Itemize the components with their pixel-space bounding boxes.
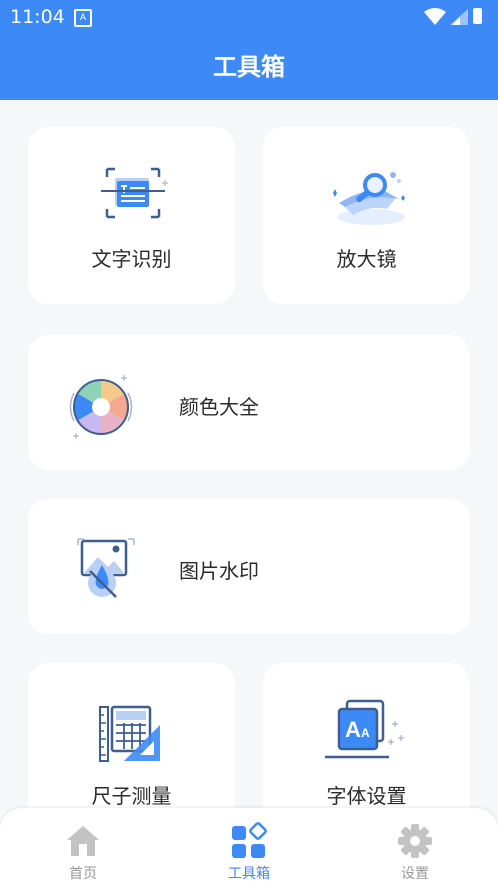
notification-icon: A [74, 9, 92, 27]
tab-home[interactable]: 首页 [0, 808, 166, 885]
status-time: 11:04 [10, 6, 65, 28]
gear-icon [398, 824, 432, 858]
bottom-tab-bar: 首页 工具箱 设置 [0, 808, 498, 885]
text-scan-icon [101, 167, 168, 219]
font-icon: A A [325, 699, 404, 759]
image-watermark-icon [77, 538, 135, 598]
status-bar: 11:04 A [0, 0, 498, 34]
magnifier-card[interactable]: 放大镜 [263, 127, 470, 304]
image-watermark-label: 图片水印 [179, 559, 259, 583]
tab-toolbox-label: 工具箱 [228, 866, 270, 882]
image-watermark-card[interactable]: 图片水印 [28, 499, 470, 634]
wifi-icon [424, 8, 446, 25]
tab-settings[interactable]: 设置 [332, 808, 498, 885]
ruler-label: 尺子测量 [91, 784, 172, 808]
battery-icon [473, 8, 482, 24]
page-title: 工具箱 [0, 34, 498, 100]
tab-toolbox[interactable]: 工具箱 [166, 808, 332, 885]
ruler-icon [99, 705, 160, 762]
tab-home-label: 首页 [69, 866, 97, 882]
tab-settings-label: 设置 [401, 866, 429, 882]
toolbox-icon [232, 822, 267, 858]
magnifier-label: 放大镜 [336, 247, 397, 271]
signal-icon [450, 9, 468, 25]
svg-text:A: A [361, 726, 370, 740]
home-icon [67, 826, 99, 856]
text-recognition-card[interactable]: 文字识别 [28, 127, 235, 304]
svg-text:A: A [345, 717, 361, 742]
magnifier-icon [333, 172, 405, 225]
font-settings-label: 字体设置 [326, 784, 407, 808]
text-recognition-label: 文字识别 [91, 247, 172, 271]
color-collection-card[interactable]: 颜色大全 [28, 335, 470, 470]
color-collection-label: 颜色大全 [179, 395, 259, 419]
color-wheel-icon [69, 375, 133, 439]
